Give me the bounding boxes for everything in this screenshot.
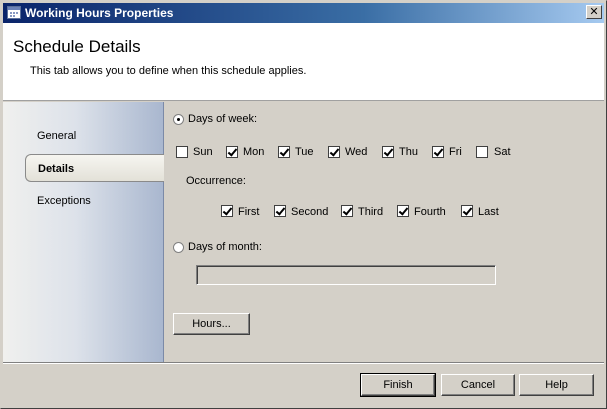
sidebar-item-details[interactable]: Details [25, 154, 166, 182]
sidebar-item-exceptions[interactable]: Exceptions [25, 187, 165, 215]
finish-button[interactable]: Finish [360, 373, 436, 397]
days-of-month-radio[interactable] [173, 242, 184, 253]
days-of-month-input[interactable] [196, 265, 496, 285]
hours-button[interactable]: Hours... [173, 313, 250, 335]
title-bar[interactable]: Working Hours Properties ✕ [3, 3, 604, 23]
checkbox-third[interactable] [341, 205, 353, 217]
cancel-button[interactable]: Cancel [441, 374, 515, 396]
window-title: Working Hours Properties [25, 6, 174, 20]
calendar-icon [7, 6, 21, 19]
checkbox-fourth-label: Fourth [414, 206, 446, 218]
page-header: Schedule Details This tab allows you to … [3, 23, 604, 101]
checkbox-wed-label: Wed [345, 146, 368, 158]
sidebar-item-general[interactable]: General [25, 122, 165, 150]
checkbox-mon[interactable] [226, 146, 238, 158]
page-subtitle: This tab allows you to define when this … [30, 65, 307, 77]
help-button[interactable]: Help [519, 374, 594, 396]
checkbox-fri-label: Fri [449, 146, 462, 158]
details-panel: Days of week: Sun Mon Tue Wed Thu Fri Sa… [164, 102, 606, 362]
button-bar: Finish Cancel Help [3, 362, 604, 408]
checkbox-second[interactable] [274, 205, 286, 217]
days-of-week-label: Days of week: [188, 113, 258, 125]
occurrence-label: Occurrence: [186, 175, 246, 187]
checkbox-tue[interactable] [278, 146, 290, 158]
checkbox-sat-label: Sat [494, 146, 511, 158]
days-of-month-label: Days of month: [188, 241, 262, 253]
properties-dialog: Working Hours Properties ✕ Schedule Deta… [0, 0, 607, 409]
checkbox-third-label: Third [358, 206, 384, 218]
sidebar: General Details Exceptions [3, 102, 166, 362]
checkbox-sun-label: Sun [193, 146, 213, 158]
checkbox-fri[interactable] [432, 146, 444, 158]
checkbox-last-label: Last [478, 206, 499, 218]
checkbox-tue-label: Tue [295, 146, 314, 158]
checkbox-first-label: First [238, 206, 260, 218]
checkbox-fourth[interactable] [397, 205, 409, 217]
checkbox-wed[interactable] [328, 146, 340, 158]
checkbox-second-label: Second [291, 206, 329, 218]
checkbox-mon-label: Mon [243, 146, 265, 158]
checkbox-thu[interactable] [382, 146, 394, 158]
days-of-week-radio[interactable] [173, 114, 184, 125]
checkbox-sat[interactable] [476, 146, 488, 158]
close-button[interactable]: ✕ [586, 5, 602, 19]
checkbox-sun[interactable] [176, 146, 188, 158]
checkbox-first[interactable] [221, 205, 233, 217]
checkbox-last[interactable] [461, 205, 473, 217]
page-title: Schedule Details [13, 37, 141, 56]
checkbox-thu-label: Thu [399, 146, 418, 158]
